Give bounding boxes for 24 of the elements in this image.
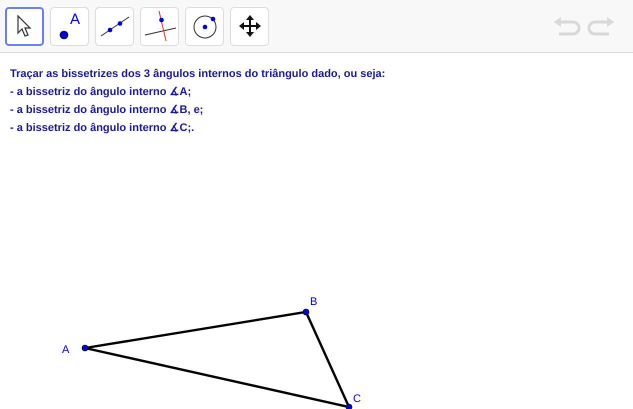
instruction-text: Traçar as bissetrizes dos 3 ângulos internos do triângulo dado, ou seja: <box>10 67 386 82</box>
move-arrows-icon <box>238 14 262 38</box>
point-marker[interactable] <box>346 404 352 409</box>
move-view-tool-button[interactable] <box>230 6 269 46</box>
circle-tool-button[interactable] <box>185 6 224 46</box>
point-label: C <box>353 393 361 405</box>
point-icon <box>59 30 69 40</box>
perpendicular-line-icon <box>142 10 176 42</box>
redo-icon <box>587 15 615 37</box>
point-marker[interactable] <box>82 344 88 352</box>
point-marker[interactable] <box>302 308 310 316</box>
point-tool-button[interactable]: A <box>50 6 89 46</box>
point-label: A <box>70 10 80 28</box>
perpendicular-tool-button[interactable] <box>140 6 179 46</box>
point-label: A <box>62 344 70 356</box>
line-icon <box>98 14 130 38</box>
instruction-text: - a bissetriz do ângulo interno ∡C;. <box>10 121 196 136</box>
instruction-text: - a bissetriz do ângulo interno ∡B, e; <box>10 103 204 118</box>
undo-icon <box>553 15 581 37</box>
move-tool-button[interactable] <box>5 6 44 46</box>
line-tool-button[interactable] <box>95 6 134 46</box>
point-label: B <box>310 296 318 308</box>
circle-icon <box>192 13 218 39</box>
instruction-text: - a bissetriz do ângulo interno ∡A; <box>10 85 192 100</box>
